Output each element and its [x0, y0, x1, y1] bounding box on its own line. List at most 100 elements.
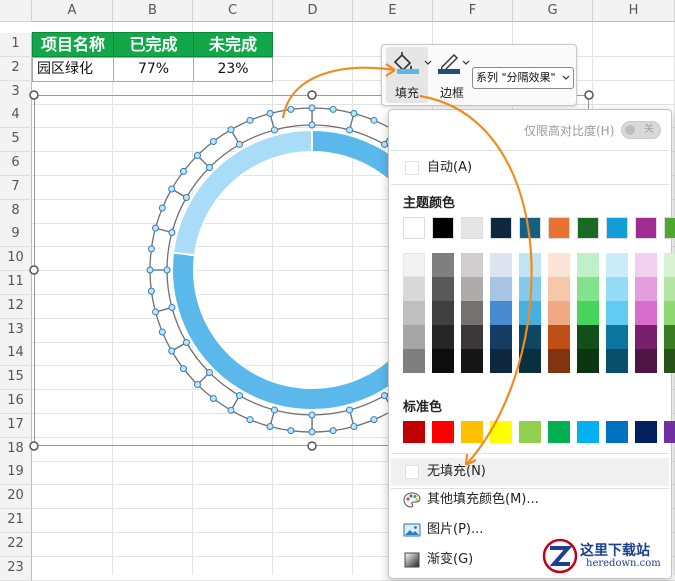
series-point-handle[interactable] — [168, 228, 176, 236]
theme-shade-swatch[interactable] — [490, 325, 512, 349]
border-button[interactable]: 边框 — [434, 47, 470, 103]
theme-shade-swatch[interactable] — [519, 349, 541, 373]
theme-shade-swatch[interactable] — [664, 325, 675, 349]
theme-shade-swatch[interactable] — [403, 253, 425, 277]
theme-shade-swatch[interactable] — [635, 325, 657, 349]
series-point-handle[interactable] — [270, 406, 278, 414]
theme-shade-swatch[interactable] — [519, 253, 541, 277]
theme-shade-swatch[interactable] — [403, 325, 425, 349]
theme-color-swatch[interactable] — [606, 217, 628, 239]
theme-color-swatch[interactable] — [548, 217, 570, 239]
theme-shade-swatch[interactable] — [606, 349, 628, 373]
doughnut-slice-remaining[interactable] — [171, 128, 313, 257]
series-point-handle[interactable] — [147, 287, 155, 295]
theme-shade-swatch[interactable] — [519, 301, 541, 325]
theme-shade-swatch[interactable] — [548, 301, 570, 325]
theme-shade-swatch[interactable] — [461, 325, 483, 349]
series-point-handle[interactable] — [168, 347, 176, 355]
standard-color-swatch[interactable] — [403, 421, 425, 443]
theme-shade-swatch[interactable] — [548, 253, 570, 277]
series-point-handle[interactable] — [152, 224, 160, 232]
auto-color-item[interactable]: 自动(A) — [391, 154, 669, 182]
resize-handle[interactable] — [29, 441, 39, 451]
theme-shade-swatch[interactable] — [461, 253, 483, 277]
theme-shade-swatch[interactable] — [635, 349, 657, 373]
theme-shade-swatch[interactable] — [548, 349, 570, 373]
theme-shade-swatch[interactable] — [403, 301, 425, 325]
series-point-handle[interactable] — [287, 427, 295, 435]
series-point-handle[interactable] — [209, 395, 217, 403]
theme-shade-swatch[interactable] — [577, 253, 599, 277]
series-point-handle[interactable] — [163, 266, 171, 274]
series-point-handle[interactable] — [308, 428, 316, 436]
theme-shade-swatch[interactable] — [664, 277, 675, 301]
chevron-down-icon[interactable] — [424, 59, 432, 67]
theme-shade-swatch[interactable] — [490, 349, 512, 373]
series-point-handle[interactable] — [350, 422, 358, 430]
series-point-handle[interactable] — [308, 121, 316, 129]
theme-shade-swatch[interactable] — [548, 277, 570, 301]
theme-shade-swatch[interactable] — [432, 253, 454, 277]
theme-shade-swatch[interactable] — [432, 301, 454, 325]
resize-handle[interactable] — [307, 90, 317, 100]
theme-shade-swatch[interactable] — [461, 277, 483, 301]
series-point-handle[interactable] — [158, 328, 166, 336]
series-point-handle[interactable] — [209, 137, 217, 145]
series-point-handle[interactable] — [270, 126, 278, 134]
theme-shade-swatch[interactable] — [461, 301, 483, 325]
more-fill-colors-item[interactable]: 其他填充颜色(M)... — [391, 486, 669, 514]
theme-color-swatch[interactable] — [577, 217, 599, 239]
theme-color-swatch[interactable] — [461, 217, 483, 239]
theme-shade-swatch[interactable] — [461, 349, 483, 373]
series-select[interactable]: 系列 "分隔效果" — [472, 67, 574, 89]
series-point-handle[interactable] — [193, 381, 201, 389]
series-point-handle[interactable] — [236, 140, 243, 148]
high-contrast-toggle[interactable]: 关 — [621, 121, 661, 139]
theme-shade-swatch[interactable] — [606, 253, 628, 277]
theme-shade-swatch[interactable] — [664, 301, 675, 325]
series-point-handle[interactable] — [266, 110, 274, 118]
series-point-handle[interactable] — [152, 308, 160, 316]
series-point-handle[interactable] — [146, 266, 154, 274]
standard-color-swatch[interactable] — [577, 421, 599, 443]
theme-color-swatch[interactable] — [490, 217, 512, 239]
series-point-handle[interactable] — [329, 427, 337, 435]
series-point-handle[interactable] — [168, 185, 176, 193]
series-point-handle[interactable] — [205, 163, 213, 171]
theme-shade-swatch[interactable] — [606, 325, 628, 349]
standard-color-swatch[interactable] — [519, 421, 541, 443]
theme-color-swatch[interactable] — [519, 217, 541, 239]
series-point-handle[interactable] — [193, 151, 201, 159]
series-point-handle[interactable] — [308, 411, 316, 419]
theme-shade-swatch[interactable] — [664, 253, 675, 277]
theme-shade-swatch[interactable] — [432, 349, 454, 373]
series-point-handle[interactable] — [346, 406, 354, 414]
series-point-handle[interactable] — [370, 116, 378, 124]
resize-handle[interactable] — [584, 90, 594, 100]
series-point-handle[interactable] — [350, 110, 358, 118]
series-point-handle[interactable] — [246, 416, 254, 424]
resize-handle[interactable] — [29, 90, 39, 100]
theme-color-swatch[interactable] — [664, 217, 675, 239]
resize-handle[interactable] — [29, 265, 39, 275]
series-point-handle[interactable] — [236, 392, 243, 400]
no-fill-item[interactable]: 无填充(N) — [391, 458, 669, 486]
theme-shade-swatch[interactable] — [606, 277, 628, 301]
series-point-handle[interactable] — [381, 392, 388, 400]
standard-color-swatch[interactable] — [490, 421, 512, 443]
series-point-handle[interactable] — [227, 406, 235, 414]
theme-shade-swatch[interactable] — [635, 253, 657, 277]
theme-shade-swatch[interactable] — [432, 277, 454, 301]
theme-shade-swatch[interactable] — [577, 349, 599, 373]
theme-shade-swatch[interactable] — [548, 325, 570, 349]
standard-color-swatch[interactable] — [548, 421, 570, 443]
series-point-handle[interactable] — [370, 416, 378, 424]
theme-shade-swatch[interactable] — [577, 301, 599, 325]
series-point-handle[interactable] — [381, 140, 388, 148]
series-point-handle[interactable] — [308, 104, 316, 112]
theme-shade-swatch[interactable] — [490, 253, 512, 277]
theme-color-swatch[interactable] — [432, 217, 454, 239]
series-point-handle[interactable] — [246, 116, 254, 124]
fill-button[interactable]: 填充 — [386, 47, 432, 103]
theme-shade-swatch[interactable] — [635, 277, 657, 301]
